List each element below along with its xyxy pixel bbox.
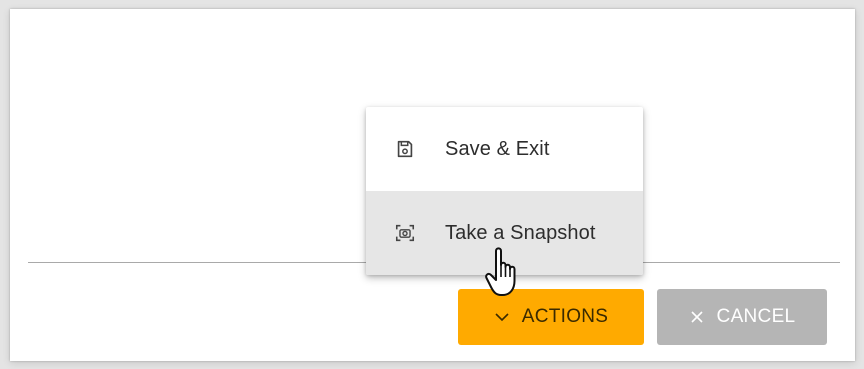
- menu-item-label: Save & Exit: [445, 137, 550, 160]
- hand-pointer-cursor-icon: [485, 247, 516, 296]
- chevron-down-icon: [495, 313, 509, 322]
- close-icon: [690, 311, 703, 323]
- menu-item-label: Take a Snapshot: [445, 221, 596, 244]
- actions-button-label: ACTIONS: [521, 306, 609, 327]
- cancel-button-label: CANCEL: [716, 306, 796, 327]
- camera-icon: [395, 224, 415, 242]
- dialog: Save & Exit Take a Snapshot ACTIONS CANC…: [10, 9, 855, 361]
- menu-item-save-exit[interactable]: Save & Exit: [366, 107, 643, 191]
- save-icon: [397, 140, 413, 158]
- cancel-button[interactable]: CANCEL: [657, 289, 827, 345]
